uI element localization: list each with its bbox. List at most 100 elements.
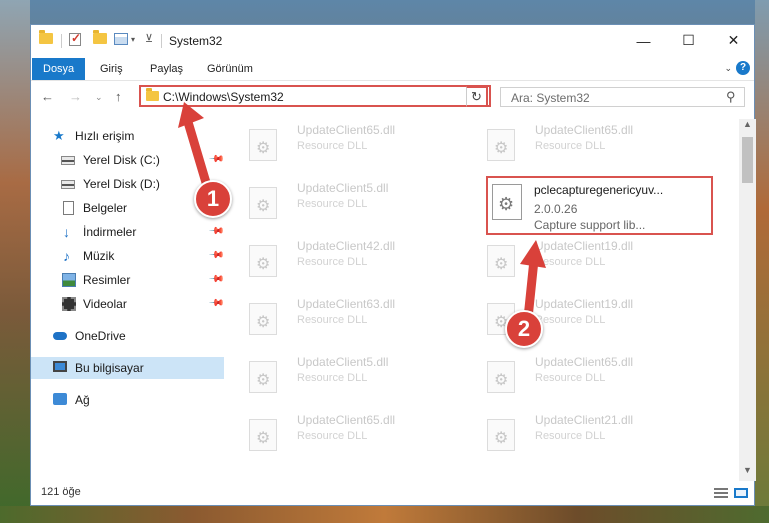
expand-ribbon-chevron-icon[interactable]: ⌄	[724, 63, 732, 74]
tab-share[interactable]: Paylaş	[150, 58, 183, 80]
ribbon-tabs: Dosya Giriş Paylaş Görünüm ⌄ ?	[31, 58, 754, 81]
file-type: Resource DLL	[535, 372, 606, 384]
sidebar-item-onedrive[interactable]: OneDrive	[31, 325, 224, 347]
back-arrow-icon[interactable]: ←	[41, 89, 54, 104]
step-1-badge: 1	[194, 180, 232, 218]
search-placeholder: Ara: System32	[511, 91, 590, 105]
file-name: UpdateClient63.dll	[297, 297, 396, 311]
file-item[interactable]: UpdateClient42.dll Resource DLL	[231, 235, 456, 283]
properties-check-icon[interactable]	[69, 31, 81, 46]
scroll-up-icon[interactable]: ▲	[739, 119, 756, 135]
sidebar-item-label: Bu bilgisayar	[75, 361, 144, 375]
quick-access-dropdown-icon[interactable]: ⊻	[145, 32, 153, 45]
dll-file-icon	[249, 129, 277, 161]
search-input[interactable]: Ara: System32 ⚲	[500, 87, 745, 107]
maximize-button[interactable]: ☐	[666, 25, 711, 56]
network-icon	[53, 393, 67, 405]
details-view-icon[interactable]	[714, 488, 728, 498]
dll-file-icon	[487, 129, 515, 161]
file-item[interactable]: UpdateClient5.dll Resource DLL	[231, 177, 456, 225]
pin-icon[interactable]: 📌	[208, 295, 225, 312]
help-icon[interactable]: ?	[736, 61, 750, 75]
recent-locations-chevron-icon[interactable]: ⌄	[95, 92, 103, 103]
dll-file-icon	[487, 361, 515, 393]
large-icons-view-icon[interactable]	[734, 488, 748, 498]
window-title: System32	[169, 34, 223, 48]
pin-icon[interactable]: 📌	[208, 271, 225, 288]
search-icon[interactable]: ⚲	[726, 89, 736, 105]
refresh-button[interactable]: ↻	[466, 86, 488, 107]
download-icon: ↓	[63, 224, 70, 240]
file-item[interactable]: UpdateClient19.dll Resource DLL	[469, 235, 694, 283]
document-icon	[63, 201, 74, 215]
file-item[interactable]: UpdateClient65.dll Resource DLL	[231, 409, 456, 457]
file-item[interactable]: UpdateClient21.dll Resource DLL	[469, 409, 694, 457]
file-name: UpdateClient65.dll	[297, 413, 396, 427]
file-name: UpdateClient21.dll	[535, 413, 634, 427]
file-item[interactable]: UpdateClient65.dll Resource DLL	[469, 351, 694, 399]
tab-home[interactable]: Giriş	[100, 58, 123, 80]
file-item[interactable]: UpdateClient63.dll Resource DLL	[231, 293, 456, 341]
dll-file-icon	[492, 184, 522, 220]
dll-file-icon	[487, 419, 515, 451]
sidebar-item-this-pc[interactable]: Bu bilgisayar	[31, 357, 224, 379]
pin-icon[interactable]: 📌	[208, 247, 225, 264]
file-name: UpdateClient5.dll	[297, 355, 389, 369]
address-folder-icon	[146, 88, 159, 101]
sidebar-item-label: Resimler	[83, 273, 131, 287]
file-name: UpdateClient65.dll	[297, 123, 396, 137]
sidebar-item-music[interactable]: ♪ Müzik 📌	[31, 245, 225, 267]
step-2-badge: 2	[505, 310, 543, 348]
highlighted-dll-file[interactable]: pclecapturegenericyuv... 2.0.0.26 Captur…	[486, 176, 713, 235]
desktop-background-right	[755, 0, 769, 523]
sidebar-item-videos[interactable]: Videolar 📌	[31, 293, 225, 315]
properties-icon[interactable]	[114, 33, 128, 45]
close-button[interactable]: ✕	[711, 25, 756, 56]
tab-view[interactable]: Görünüm	[207, 58, 253, 80]
forward-arrow-icon[interactable]: →	[69, 89, 82, 104]
file-explorer-window: ▾ ⊻ System32 — ☐ ✕ Dosya Giriş Paylaş Gö…	[30, 24, 756, 506]
file-description: Capture support lib...	[534, 218, 646, 232]
videos-icon	[62, 297, 76, 311]
sidebar-item-downloads[interactable]: ↓ İndirmeler 📌	[31, 221, 225, 243]
file-name: UpdateClient42.dll	[297, 239, 396, 253]
file-item[interactable]: UpdateClient5.dll Resource DLL	[231, 351, 456, 399]
sidebar-item-label: Yerel Disk (D:)	[83, 177, 160, 191]
customize-toolbar-chevron-icon[interactable]: ▾	[131, 35, 135, 44]
file-name: UpdateClient65.dll	[535, 355, 634, 369]
dll-file-icon	[249, 361, 277, 393]
file-name: UpdateClient5.dll	[297, 181, 389, 195]
sidebar-item-network[interactable]: Ağ	[31, 389, 224, 411]
drive-icon	[61, 156, 75, 165]
file-item[interactable]: UpdateClient65.dll Resource DLL	[231, 119, 456, 167]
sidebar-item-label: İndirmeler	[83, 225, 137, 239]
folder-icon	[39, 30, 53, 44]
dll-file-icon	[249, 419, 277, 451]
title-bar: ▾ ⊻ System32 — ☐ ✕	[31, 25, 754, 58]
sidebar-item-label: Müzik	[83, 249, 115, 263]
pin-icon[interactable]: 📌	[208, 223, 225, 240]
file-item[interactable]: UpdateClient19.dll Resource DLL	[469, 293, 694, 341]
drive-icon	[61, 180, 75, 189]
vertical-scrollbar[interactable]: ▲ ▼	[739, 119, 756, 481]
file-version: 2.0.0.26	[534, 202, 578, 216]
up-arrow-icon[interactable]: ↑	[115, 89, 122, 104]
sidebar-item-label: Videolar	[83, 297, 127, 311]
scrollbar-thumb[interactable]	[742, 137, 753, 183]
star-icon: ★	[53, 128, 65, 143]
desktop-background-bottom	[0, 506, 769, 523]
tab-file[interactable]: Dosya	[32, 58, 86, 80]
new-folder-icon[interactable]	[93, 30, 107, 44]
minimize-button[interactable]: —	[621, 25, 666, 56]
file-type: Resource DLL	[297, 372, 368, 384]
dll-file-icon	[249, 303, 277, 335]
file-type: Resource DLL	[297, 198, 368, 210]
file-item[interactable]: UpdateClient65.dll Resource DLL	[469, 119, 694, 167]
sidebar-item-pictures[interactable]: Resimler 📌	[31, 269, 225, 291]
title-divider	[161, 34, 162, 48]
file-list: UpdateClient65.dll Resource DLL UpdateCl…	[231, 119, 736, 464]
music-icon: ♪	[63, 248, 70, 264]
scroll-down-icon[interactable]: ▼	[739, 465, 756, 481]
file-type: Resource DLL	[535, 430, 606, 442]
navigation-bar: ← → ⌄ ↑ C:\Windows\System32 ⌄ ↻ Ara: Sys…	[31, 81, 754, 113]
